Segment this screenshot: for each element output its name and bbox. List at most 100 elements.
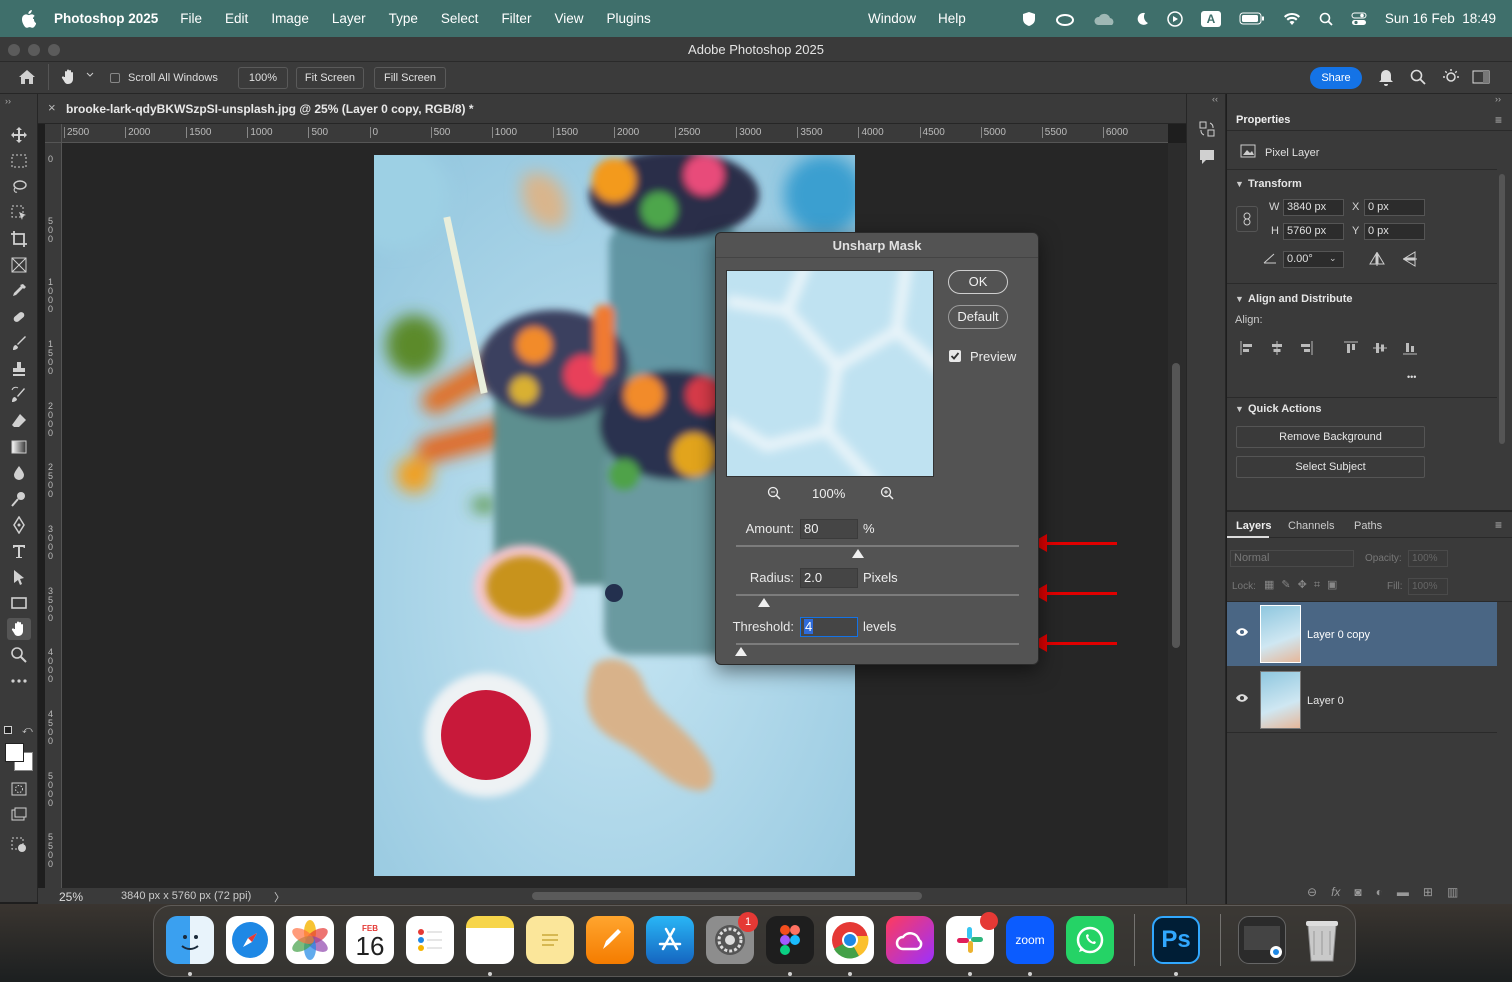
threshold-slider-track[interactable] xyxy=(736,643,1019,645)
fill-field[interactable]: 100% xyxy=(1408,578,1448,595)
eye-icon[interactable] xyxy=(1235,693,1249,703)
document-tab[interactable]: × brooke-lark-qdyBKWSzpSI-unsplash.jpg @… xyxy=(38,94,1186,124)
wifi-icon[interactable] xyxy=(1283,12,1301,26)
creative-cloud-app-icon[interactable] xyxy=(886,916,934,964)
align-horizontal-center-icon[interactable] xyxy=(1270,341,1284,355)
amount-slider-thumb[interactable] xyxy=(851,549,864,558)
ok-button[interactable]: OK xyxy=(948,270,1008,294)
marquee-tool-icon[interactable] xyxy=(7,150,31,172)
window-close-button[interactable] xyxy=(8,44,20,56)
properties-tab[interactable]: Properties xyxy=(1236,114,1290,126)
swap-colors-icon[interactable]: ⤺ xyxy=(22,725,33,736)
layer-row-selected[interactable]: Layer 0 copy xyxy=(1227,602,1497,666)
fit-screen-button[interactable]: Fit Screen xyxy=(296,67,364,89)
layer-name[interactable]: Layer 0 xyxy=(1307,695,1344,707)
preview-checkbox[interactable] xyxy=(949,350,961,362)
dodge-tool-icon[interactable] xyxy=(7,488,31,510)
eye-icon[interactable] xyxy=(1235,627,1249,637)
chevron-down-icon[interactable]: ▼ xyxy=(1235,294,1244,304)
screen-mode-icon[interactable] xyxy=(7,804,31,826)
menu-filter[interactable]: Filter xyxy=(501,11,531,26)
collapse-strip-icon[interactable]: ‹‹ xyxy=(1212,94,1218,104)
pages-icon[interactable] xyxy=(586,916,634,964)
more-align-options-button[interactable]: ••• xyxy=(1407,372,1416,382)
layer-row[interactable]: Layer 0 xyxy=(1227,668,1497,732)
opacity-field[interactable]: 100% xyxy=(1408,550,1448,567)
zoom-tool-icon[interactable] xyxy=(7,644,31,666)
trash-icon[interactable]: ▥ xyxy=(1447,885,1458,901)
document-tab-title[interactable]: brooke-lark-qdyBKWSzpSI-unsplash.jpg @ 2… xyxy=(66,102,474,116)
fill-screen-button[interactable]: Fill Screen xyxy=(374,67,446,89)
minimized-chrome-window-icon[interactable] xyxy=(1238,916,1286,964)
radius-slider-track[interactable] xyxy=(736,594,1019,596)
radius-input[interactable]: 2.0 xyxy=(800,568,858,588)
fx-icon[interactable]: fx xyxy=(1331,885,1340,901)
cloud-icon[interactable] xyxy=(1093,12,1117,26)
notes-icon[interactable] xyxy=(466,916,514,964)
menu-select[interactable]: Select xyxy=(441,11,479,26)
spotlight-search-icon[interactable] xyxy=(1319,12,1333,26)
more-tools-icon[interactable] xyxy=(7,670,31,692)
menu-window[interactable]: Window xyxy=(868,11,916,26)
status-zoom[interactable]: 25% xyxy=(59,890,83,904)
scroll-all-checkbox[interactable] xyxy=(110,73,120,83)
discover-lightbulb-icon[interactable] xyxy=(1442,68,1460,86)
flip-vertical-icon[interactable] xyxy=(1403,250,1417,268)
move-tool-icon[interactable] xyxy=(7,124,31,146)
clone-stamp-tool-icon[interactable] xyxy=(7,358,31,380)
type-tool-icon[interactable] xyxy=(7,540,31,562)
width-field[interactable]: 3840 px xyxy=(1283,199,1344,216)
eyedropper-tool-icon[interactable] xyxy=(7,280,31,302)
comments-panel-icon[interactable] xyxy=(1198,148,1216,166)
menu-edit[interactable]: Edit xyxy=(225,11,248,26)
panel-menu-icon[interactable]: ≡ xyxy=(1495,518,1502,532)
gradient-tool-icon[interactable] xyxy=(7,436,31,458)
calendar-icon[interactable]: FEB 16 xyxy=(346,916,394,964)
new-layer-icon[interactable]: ⊞ xyxy=(1423,885,1433,901)
preview-label[interactable]: Preview xyxy=(970,349,1016,364)
threshold-input[interactable]: 4 xyxy=(800,617,858,637)
crop-tool-icon[interactable] xyxy=(7,228,31,250)
bell-icon[interactable] xyxy=(1378,69,1394,86)
amount-input[interactable]: 80 xyxy=(800,519,858,539)
x-field[interactable]: 0 px xyxy=(1364,199,1425,216)
menu-image[interactable]: Image xyxy=(271,11,309,26)
align-left-icon[interactable] xyxy=(1240,341,1254,355)
zoom-out-icon[interactable] xyxy=(767,486,781,500)
menu-type[interactable]: Type xyxy=(389,11,418,26)
align-vertical-center-icon[interactable] xyxy=(1373,341,1387,355)
chevron-down-icon[interactable]: ▼ xyxy=(1235,179,1244,189)
menu-plugins[interactable]: Plugins xyxy=(606,11,650,26)
play-icon[interactable] xyxy=(1167,10,1183,27)
zoom-in-icon[interactable] xyxy=(880,486,894,500)
vertical-scrollbar[interactable] xyxy=(1168,143,1186,888)
trash-bin-icon[interactable] xyxy=(1298,916,1346,964)
reminders-icon[interactable] xyxy=(406,916,454,964)
stickies-icon[interactable] xyxy=(526,916,574,964)
align-section-title[interactable]: Align and Distribute xyxy=(1248,293,1353,305)
creative-cloud-icon[interactable] xyxy=(1055,12,1075,26)
align-bottom-icon[interactable] xyxy=(1403,341,1417,355)
quick-mask-icon[interactable] xyxy=(7,778,31,800)
close-tab-icon[interactable]: × xyxy=(48,100,56,115)
select-subject-button[interactable]: Select Subject xyxy=(1236,456,1425,478)
safari-icon[interactable] xyxy=(226,916,274,964)
blur-tool-icon[interactable] xyxy=(7,462,31,484)
whatsapp-icon[interactable] xyxy=(1066,916,1114,964)
workspace-icon[interactable] xyxy=(1472,70,1490,84)
shield-status-icon[interactable] xyxy=(1021,11,1037,27)
preview-window[interactable] xyxy=(726,270,934,477)
input-source-icon[interactable]: A xyxy=(1200,10,1221,27)
apple-menu-icon[interactable] xyxy=(18,9,38,29)
moon-icon[interactable] xyxy=(1135,12,1149,26)
healing-brush-tool-icon[interactable] xyxy=(7,306,31,328)
chevron-down-icon[interactable]: ⌄ xyxy=(1329,253,1337,264)
properties-scrollbar[interactable] xyxy=(1499,174,1505,444)
object-selection-tool-icon[interactable] xyxy=(7,202,31,224)
menu-layer[interactable]: Layer xyxy=(332,11,366,26)
lasso-tool-icon[interactable] xyxy=(7,176,31,198)
app-store-icon[interactable] xyxy=(646,916,694,964)
new-group-icon[interactable]: ▬ xyxy=(1397,885,1409,901)
collapse-toolbar-icon[interactable]: ›› xyxy=(5,96,11,106)
pen-tool-icon[interactable] xyxy=(7,514,31,536)
